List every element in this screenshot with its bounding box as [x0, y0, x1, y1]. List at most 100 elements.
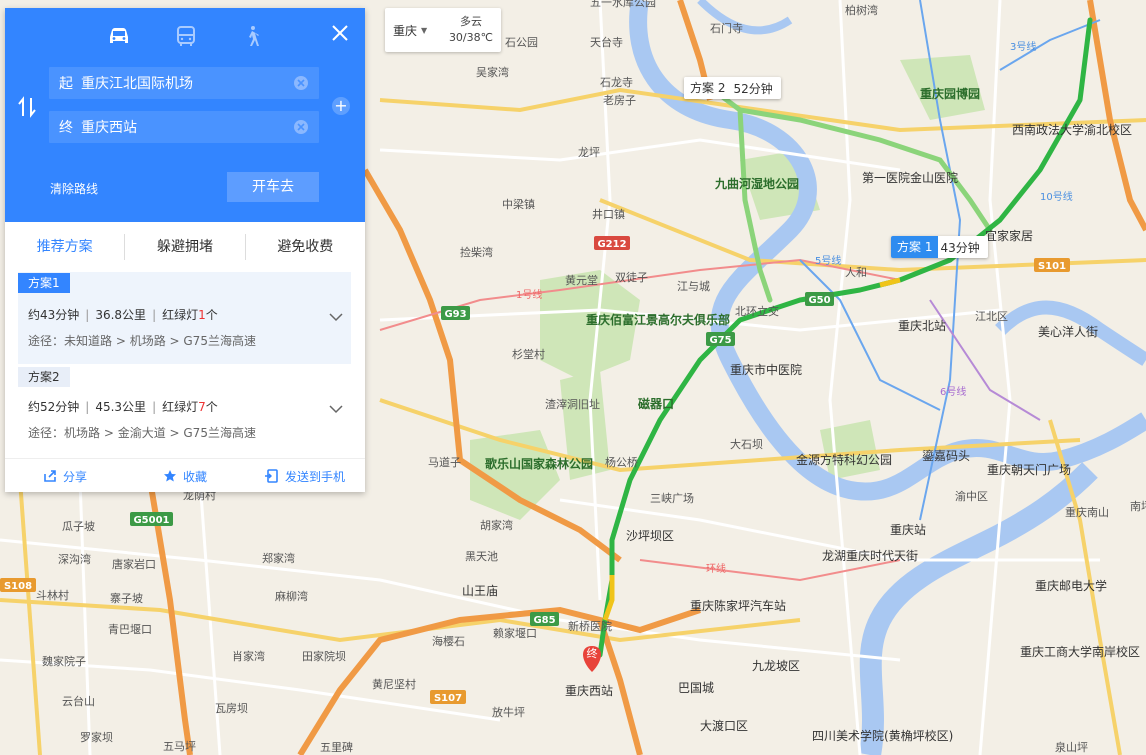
poi-label[interactable]: 罗家坝	[80, 730, 113, 744]
poi-label[interactable]: 新桥医院	[568, 619, 612, 633]
poi-label[interactable]: 青巴堰口	[108, 623, 152, 636]
poi-label[interactable]: 三峡广场	[650, 491, 694, 505]
poi-label[interactable]: 重庆西站	[565, 684, 613, 698]
poi-label[interactable]: 江北区	[975, 310, 1008, 323]
share-button[interactable]: 分享	[5, 459, 125, 493]
poi-label[interactable]: 大石坝	[730, 437, 763, 451]
start-value[interactable]: 重庆江北国际机场	[81, 73, 293, 93]
poi-label[interactable]: 重庆北站	[898, 319, 946, 333]
drive-icon[interactable]	[106, 24, 132, 48]
poi-label[interactable]: 杉堂村	[512, 347, 545, 361]
poi-label[interactable]: 寨子坡	[110, 591, 143, 605]
bus-icon[interactable]	[173, 24, 199, 48]
poi-label[interactable]: 田家院坝	[302, 649, 346, 663]
send-to-phone-button[interactable]: 发送到手机	[245, 459, 365, 493]
poi-label[interactable]: 麻柳湾	[275, 589, 308, 603]
route-plan-1[interactable]: 方案1 约43分钟 | 36.8公里 | 红绿灯1个 途径：未知道路 > 机场路 > G…	[18, 272, 351, 364]
poi-label[interactable]: 瓜子坡	[62, 520, 95, 533]
walk-icon[interactable]	[239, 24, 265, 48]
poi-label[interactable]: 山王庙	[462, 584, 498, 598]
route-2-badge[interactable]: 方案 2 52分钟	[684, 77, 781, 99]
favorite-button[interactable]: 收藏	[125, 459, 245, 493]
poi-label[interactable]: 泉山坪	[1055, 740, 1088, 754]
poi-label[interactable]: 重庆佰富江景高尔夫俱乐部	[586, 312, 730, 327]
poi-label[interactable]: 重庆工商大学南岸校区	[1020, 644, 1140, 659]
poi-label[interactable]: 重庆邮电大学	[1035, 578, 1107, 593]
poi-label[interactable]: 西南政法大学渝北校区	[1012, 122, 1132, 137]
poi-label[interactable]: 鎏嘉码头	[922, 448, 970, 463]
poi-label[interactable]: 石公园	[505, 36, 538, 49]
tab-avoid-tolls[interactable]: 避免收费	[246, 234, 365, 260]
poi-label[interactable]: 歌乐山国家森林公园	[485, 456, 593, 471]
poi-label[interactable]: 渣滓洞旧址	[545, 397, 600, 411]
poi-label[interactable]: 九曲河湿地公园	[714, 176, 799, 191]
poi-label[interactable]: 五一水库公园	[590, 0, 656, 9]
clear-route-link[interactable]: 清除路线	[50, 180, 98, 197]
poi-label[interactable]: 五马坪	[163, 740, 196, 753]
poi-label[interactable]: 江与城	[677, 280, 710, 293]
poi-label[interactable]: 北环立交	[735, 304, 779, 318]
poi-label[interactable]: 老房子	[603, 94, 636, 107]
poi-label[interactable]: 四川美术学院(黄桷坪校区)	[812, 728, 953, 743]
city-selector[interactable]: 重庆 ▼	[385, 22, 427, 39]
poi-label[interactable]: 人和	[845, 266, 867, 279]
poi-label[interactable]: 渝中区	[955, 489, 988, 503]
poi-label[interactable]: 沙坪坝区	[626, 529, 674, 543]
poi-label[interactable]: 龙坪	[578, 146, 600, 159]
poi-label[interactable]: 唐家岩口	[112, 557, 156, 571]
poi-label[interactable]: 杨公桥	[605, 455, 638, 469]
close-icon[interactable]	[329, 22, 351, 44]
poi-label[interactable]: 黑天池	[465, 550, 498, 563]
poi-label[interactable]: 瓦房坝	[215, 701, 248, 715]
end-value[interactable]: 重庆西站	[81, 117, 293, 137]
poi-label[interactable]: 魏家院子	[42, 654, 86, 668]
poi-label[interactable]: 石龙寺	[600, 76, 633, 89]
poi-label[interactable]: 重庆站	[890, 523, 926, 537]
route-plan-2[interactable]: 方案2 约52分钟 | 45.3公里 | 红绿灯7个 途径：机场路 > 金渝大道 > G…	[18, 366, 351, 454]
poi-label[interactable]: 九龙坡区	[752, 659, 800, 673]
poi-label[interactable]: 重庆朝天门广场	[987, 462, 1071, 477]
poi-label[interactable]: 重庆南山	[1065, 505, 1109, 519]
poi-label[interactable]: 五里碑	[320, 741, 353, 754]
poi-label[interactable]: 黄尼坚村	[372, 677, 416, 691]
poi-label[interactable]: 斗林村	[36, 588, 69, 602]
poi-label[interactable]: 宜家家居	[985, 228, 1033, 243]
poi-label[interactable]: 美心洋人街	[1038, 324, 1098, 339]
poi-label[interactable]: 放牛坪	[492, 705, 525, 719]
clear-start-icon[interactable]	[293, 75, 309, 91]
route-1-badge[interactable]: 方案 1 43分钟	[891, 236, 988, 258]
swap-icon[interactable]	[17, 96, 37, 118]
poi-label[interactable]: 重庆园博园	[920, 86, 980, 101]
poi-label[interactable]: 金源方特科幻公园	[796, 452, 892, 467]
poi-label[interactable]: 第一医院金山医院	[862, 170, 958, 185]
poi-label[interactable]: 胡家湾	[480, 518, 513, 532]
poi-label[interactable]: 南坪	[1130, 500, 1146, 513]
poi-label[interactable]: 巴国城	[678, 681, 714, 695]
drive-go-button[interactable]: 开车去	[227, 172, 319, 202]
poi-label[interactable]: 石门寺	[710, 21, 743, 35]
poi-label[interactable]: 深沟湾	[58, 552, 91, 566]
poi-label[interactable]: 马道子	[428, 455, 461, 469]
poi-label[interactable]: 中梁镇	[502, 197, 535, 211]
end-field[interactable]: 终 重庆西站	[49, 111, 319, 143]
poi-label[interactable]: 重庆陈家坪汽车站	[690, 598, 786, 613]
poi-label[interactable]: 大渡口区	[700, 718, 748, 733]
tab-avoid-congestion[interactable]: 躲避拥堵	[125, 234, 244, 260]
poi-label[interactable]: 双徒子	[615, 270, 648, 284]
poi-label[interactable]: 磁器口	[637, 396, 674, 411]
poi-label[interactable]: 重庆市中医院	[730, 362, 802, 377]
poi-label[interactable]: 海樱石	[432, 634, 465, 648]
poi-label[interactable]: 郑家湾	[262, 551, 295, 565]
chevron-down-icon[interactable]	[329, 404, 343, 414]
chevron-down-icon[interactable]	[329, 312, 343, 322]
start-field[interactable]: 起 重庆江北国际机场	[49, 67, 319, 99]
poi-label[interactable]: 井口镇	[592, 207, 625, 221]
poi-label[interactable]: 肖家湾	[232, 649, 265, 663]
poi-label[interactable]: 天台寺	[590, 35, 623, 49]
poi-label[interactable]: 龙湖重庆时代天街	[822, 548, 918, 563]
poi-label[interactable]: 云台山	[62, 694, 95, 708]
poi-label[interactable]: 赖家堰口	[493, 626, 537, 640]
tab-recommended[interactable]: 推荐方案	[5, 234, 124, 260]
poi-label[interactable]: 柏树湾	[845, 3, 878, 17]
poi-label[interactable]: 吴家湾	[476, 65, 509, 79]
